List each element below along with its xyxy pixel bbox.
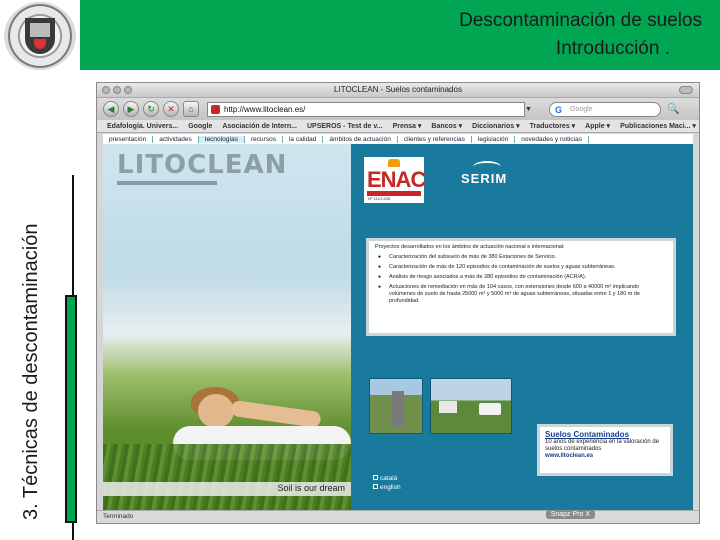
language-label: català (380, 475, 398, 482)
tent-shape (439, 401, 457, 413)
promo-url[interactable]: www.litoclean.es (545, 453, 665, 459)
language-english[interactable]: english (373, 483, 401, 492)
enac-number: Nº 111/C435 (368, 196, 391, 201)
checkbox-icon (373, 484, 378, 489)
list-item: Actuaciones de remediación en más de 104… (375, 284, 667, 305)
green-section-marker (65, 295, 77, 523)
bookmark-item[interactable]: UPSEROS - Test de v... (307, 123, 383, 130)
site-nav: presentación actividades tecnologías rec… (103, 134, 693, 144)
nav-recursos[interactable]: recursos (245, 135, 283, 143)
toolbar-toggle-button[interactable] (679, 86, 693, 94)
reload-icon[interactable]: ↻ (143, 101, 159, 117)
stop-icon[interactable]: ✕ (163, 101, 179, 117)
bookmark-item[interactable]: Traductores ▾ (530, 122, 576, 130)
crest-shield-icon (25, 18, 55, 54)
nav-legislacion[interactable]: legislación (472, 135, 516, 143)
list-item: Caracterización del subsuelo de más de 3… (375, 254, 667, 261)
bookmark-item[interactable]: Asociación de Intern... (222, 123, 297, 130)
hero-figure-head (198, 394, 234, 428)
bookmark-item[interactable]: Bancos ▾ (431, 122, 462, 130)
nav-actividades[interactable]: actividades (153, 135, 199, 143)
hero-figure-arm (230, 399, 322, 429)
url-text: http://www.litoclean.es/ (224, 104, 306, 114)
bookmark-item[interactable]: Prensa ▾ (393, 122, 422, 130)
projects-header: Proyectos desarrollados en los ámbitos d… (375, 244, 565, 250)
google-icon: G (555, 104, 563, 115)
promo-box[interactable]: Suelos Contaminados 10 años de experienc… (537, 424, 673, 476)
nav-tecnologias[interactable]: tecnologías (198, 135, 246, 143)
slide-title-bar: Descontaminación de suelos Introducción … (80, 0, 720, 70)
page-content: presentación actividades tecnologías rec… (103, 134, 693, 510)
bookmark-item[interactable]: Google (188, 123, 212, 130)
bookmark-item[interactable]: Apple ▾ (585, 122, 610, 130)
university-crest (4, 2, 76, 70)
home-icon[interactable]: ⌂ (183, 101, 199, 117)
checkbox-icon (373, 475, 378, 480)
crown-icon (388, 159, 400, 167)
rig-shape (392, 391, 404, 427)
litoclean-logo[interactable]: LITOCLEAN (117, 150, 287, 180)
hero-image-panel: LITOCLEAN Soil is our dream (103, 144, 351, 510)
drilling-rig-photo (369, 378, 423, 434)
nav-presentacion[interactable]: presentación (103, 135, 154, 143)
enac-word: ENAC (367, 167, 426, 192)
status-bar: Terminado (97, 510, 699, 523)
search-input[interactable]: G Google (549, 101, 661, 117)
list-item: Caracterización de más de 120 episodios … (375, 264, 667, 271)
slogan-text: Soil is our dream (277, 483, 345, 493)
bookmarks-bar: Edafología. Univers... Google Asociación… (97, 120, 699, 133)
back-arrow-icon[interactable]: ◀ (103, 101, 119, 117)
site-favicon-icon (211, 104, 220, 114)
status-text: Terminado (103, 513, 134, 520)
projects-list: Caracterización del subsuelo de más de 3… (375, 254, 667, 305)
browser-titlebar: LITOCLEAN - Suelos contaminados (97, 83, 699, 98)
promo-text: 10 años de experiencia en la valoración … (545, 439, 660, 452)
promo-title[interactable]: Suelos Contaminados (545, 430, 665, 439)
language-catala[interactable]: català (373, 474, 401, 483)
slogan-bar: Soil is our dream (103, 482, 351, 496)
nav-novedades[interactable]: novedades y noticias (515, 135, 589, 143)
search-icon[interactable]: 🔍 (667, 104, 679, 115)
language-links: català english (373, 474, 401, 492)
projects-box: Proyectos desarrollados en los ámbitos d… (366, 238, 676, 336)
logo-underline (117, 181, 217, 185)
bookmark-item[interactable]: Edafología. Univers... (107, 123, 178, 130)
slide-side-label: 3. Técnicas de descontaminación (20, 223, 42, 520)
slide-title: Descontaminación de suelos (459, 10, 702, 31)
nav-clientes[interactable]: clientes y referencias (398, 135, 472, 143)
serim-logo[interactable]: SERIM (461, 171, 507, 186)
bookmark-item[interactable]: Diccionarios ▾ (472, 122, 519, 130)
url-dropdown-icon[interactable]: ▼ (525, 102, 535, 117)
search-placeholder: Google (570, 105, 593, 113)
browser-window: LITOCLEAN - Suelos contaminados ◀ ▶ ↻ ✕ … (96, 82, 700, 524)
list-item: Análisis de riesgo asociados a más de 28… (375, 274, 667, 281)
nav-la-calidad[interactable]: la calidad (283, 135, 324, 143)
language-label: english (380, 484, 401, 491)
snapz-watermark: Snapz Pro X (545, 510, 595, 519)
slide-subtitle: Introducción . (555, 38, 670, 59)
bookmark-item[interactable]: Publicaciones Maci... ▾ (620, 122, 696, 130)
url-input[interactable]: http://www.litoclean.es/ (207, 101, 525, 117)
enac-logo[interactable]: ENAC Nº 111/C435 (364, 157, 426, 203)
info-panel: ENAC Nº 111/C435 SERIM Proyectos desarro… (351, 144, 693, 510)
nav-ambitos[interactable]: ámbitos de actuación (323, 135, 398, 143)
van-shape (479, 403, 501, 415)
grass-foreground (103, 444, 351, 510)
field-site-photo (430, 378, 512, 434)
window-title: LITOCLEAN - Suelos contaminados (334, 85, 462, 94)
browser-toolbar: ◀ ▶ ↻ ✕ ⌂ http://www.litoclean.es/ ▼ G G… (97, 98, 699, 120)
forward-arrow-icon[interactable]: ▶ (123, 101, 139, 117)
